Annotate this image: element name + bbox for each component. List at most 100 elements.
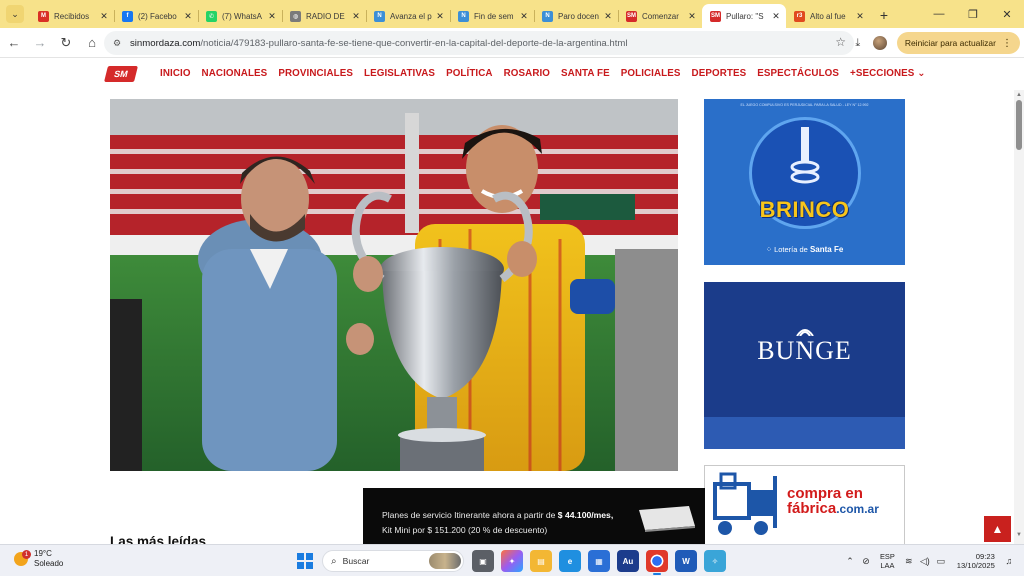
home-icon[interactable]: ⌂	[80, 31, 104, 55]
bookmark-star-icon[interactable]: ☆	[835, 35, 846, 49]
task-view-icon[interactable]: ▣	[472, 550, 494, 572]
tab-close-icon[interactable]: ✕	[350, 11, 362, 22]
back-arrow-icon[interactable]: ←	[2, 31, 26, 55]
nav-link[interactable]: SANTA FE	[561, 68, 610, 79]
start-button[interactable]	[297, 553, 313, 569]
avatar	[872, 36, 887, 50]
browser-tab[interactable]: M Recibidos ✕	[30, 4, 114, 28]
weather-widget[interactable]: 1 19°C Soleado	[14, 549, 63, 569]
browser-tab[interactable]: ✆ (7) WhatsA ✕	[198, 4, 282, 28]
nav-link[interactable]: LEGISLATIVAS	[364, 68, 435, 79]
chrome-icon[interactable]	[646, 550, 668, 575]
windows-taskbar: 1 19°C Soleado ⌕ Buscar ▣ ✦ ▤ e ▦ Au W ✧ …	[0, 544, 1024, 576]
tab-close-icon[interactable]: ✕	[182, 11, 194, 22]
weather-text: 19°C Soleado	[34, 549, 63, 569]
weather-badge: 1	[22, 550, 31, 559]
url-path: /noticia/479183-pullaro-santa-fe-se-tien…	[200, 37, 628, 49]
browser-tab[interactable]: SM Comenzar ✕	[618, 4, 702, 28]
url-text[interactable]: sinmordaza.com/noticia/479183-pullaro-sa…	[130, 38, 628, 49]
download-icon[interactable]: ⤓	[847, 32, 869, 54]
tab-close-icon[interactable]: ✕	[98, 11, 110, 22]
bunge-logo-text: BUNGE	[757, 336, 852, 365]
language-indicator[interactable]: ESP LAA	[880, 552, 895, 570]
tab-search-icon[interactable]: ⌄	[6, 5, 24, 23]
brinco-spring-icon	[790, 127, 820, 184]
nav-link[interactable]: ROSARIO	[504, 68, 550, 79]
satellite-promo-banner[interactable]: Planes de servicio Itinerante ahora a pa…	[363, 488, 705, 544]
site-logo[interactable]: SM	[104, 66, 138, 82]
tab-close-icon[interactable]: ✕	[434, 11, 446, 22]
tab-close-icon[interactable]: ✕	[518, 11, 530, 22]
browser-tab[interactable]: f (2) Facebo ✕	[114, 4, 198, 28]
profile-avatar[interactable]	[869, 32, 891, 54]
update-button-label: Reiniciar para actualizar	[904, 38, 996, 48]
copilot-icon[interactable]: ✦	[501, 550, 523, 572]
scroll-down-icon[interactable]: ▼	[1015, 532, 1023, 542]
notifications-off-icon[interactable]: ⊘	[858, 556, 874, 567]
tab-close-icon[interactable]: ✕	[686, 11, 698, 22]
clock-date: 13/10/2025	[956, 561, 995, 570]
close-window-button[interactable]: ✕	[990, 0, 1024, 28]
brinco-ad[interactable]: EL JUEGO COMPULSIVO ES PERJUDICIAL PARA …	[704, 99, 905, 265]
taskbar-search-label: Buscar	[342, 556, 370, 566]
word-icon[interactable]: W	[675, 550, 697, 572]
nav-link[interactable]: NACIONALES	[202, 68, 268, 79]
browser-tab[interactable]: ◍ RADIO DE ✕	[282, 4, 366, 28]
tab-title: Comenzar	[642, 11, 679, 21]
file-explorer-icon[interactable]: ▤	[530, 550, 552, 572]
bunge-ad[interactable]: BUNGE	[704, 282, 905, 449]
nav-link[interactable]: POLICIALES	[621, 68, 681, 79]
taskbar-search[interactable]: ⌕ Buscar	[322, 550, 464, 572]
nav-link[interactable]: POLÍTICA	[446, 68, 493, 79]
update-button[interactable]: Reiniciar para actualizar ⋮	[896, 32, 1020, 54]
volume-icon[interactable]: ◁)	[917, 556, 933, 567]
page-scrollbar[interactable]: ▲ ▼	[1014, 90, 1024, 544]
browser-tab[interactable]: N Fin de sem ✕	[450, 4, 534, 28]
browser-tab[interactable]: SM Pullaro: "S ✕	[702, 4, 786, 28]
promo-line1-price: $ 44.100/mes,	[557, 510, 614, 520]
promo-text: Planes de servicio Itinerante ahora a pa…	[382, 508, 632, 538]
bell-icon[interactable]: ♫	[1001, 556, 1017, 566]
reload-icon[interactable]: ↻	[54, 31, 78, 55]
main-menu: INICIO NACIONALES PROVINCIALES LEGISLATIVAS…	[160, 68, 926, 79]
most-read-heading: Las más leídas	[110, 534, 207, 544]
nav-link[interactable]: +SECCIONES ⌄	[850, 68, 926, 79]
browser-tab[interactable]: N Avanza el p ✕	[366, 4, 450, 28]
url-host: sinmordaza.com	[130, 37, 201, 49]
search-icon: ⌕	[331, 555, 337, 567]
nav-link[interactable]: INICIO	[160, 68, 191, 79]
nav-link[interactable]: DEPORTES	[692, 68, 747, 79]
tab-close-icon[interactable]: ✕	[770, 11, 782, 22]
nav-link[interactable]: ESPECTÁCULOS	[757, 68, 839, 79]
compra-en-fabrica-ad[interactable]: compra en fábrica.com.ar	[704, 465, 905, 544]
tab-title: Fin de sem	[474, 11, 514, 21]
chevron-up-icon[interactable]: ⌃	[842, 556, 858, 567]
news-icon: N	[542, 10, 553, 22]
generic-app-icon[interactable]: ✧	[704, 550, 726, 572]
forward-arrow-icon[interactable]: →	[28, 31, 52, 55]
clock-time: 09:23	[975, 551, 995, 561]
browser-tab[interactable]: N Paro docen ✕	[534, 4, 618, 28]
tab-close-icon[interactable]: ✕	[266, 11, 278, 22]
nav-link[interactable]: PROVINCIALES	[278, 68, 353, 79]
more-menu-icon[interactable]: ⋮	[1002, 38, 1012, 49]
store-icon[interactable]: ▦	[588, 550, 610, 572]
edge-icon[interactable]: e	[559, 550, 581, 572]
battery-icon[interactable]: ▭	[933, 556, 949, 567]
minimize-button[interactable]: —	[922, 0, 956, 28]
scrollbar-thumb[interactable]	[1016, 100, 1022, 150]
site-info-icon[interactable]: ⚙	[108, 34, 126, 52]
restore-button[interactable]: ❐	[956, 0, 990, 28]
lang-line1: ESP	[880, 552, 895, 561]
address-bar[interactable]: ⚙ sinmordaza.com/noticia/479183-pullaro-…	[104, 31, 854, 55]
brinco-footer-brand: Santa Fe	[809, 245, 844, 254]
tab-close-icon[interactable]: ✕	[602, 11, 614, 22]
back-to-top-button[interactable]: ▲	[984, 516, 1011, 542]
new-tab-button[interactable]: +	[874, 5, 894, 25]
clock[interactable]: 09:23 13/10/2025	[957, 552, 995, 571]
loteria-dots-icon: ⁘	[765, 245, 775, 254]
wifi-icon[interactable]: ≋	[901, 556, 917, 567]
audition-icon[interactable]: Au	[617, 550, 639, 572]
tab-close-icon[interactable]: ✕	[854, 11, 866, 22]
browser-tab[interactable]: r3 Alto al fue ✕	[786, 4, 870, 28]
